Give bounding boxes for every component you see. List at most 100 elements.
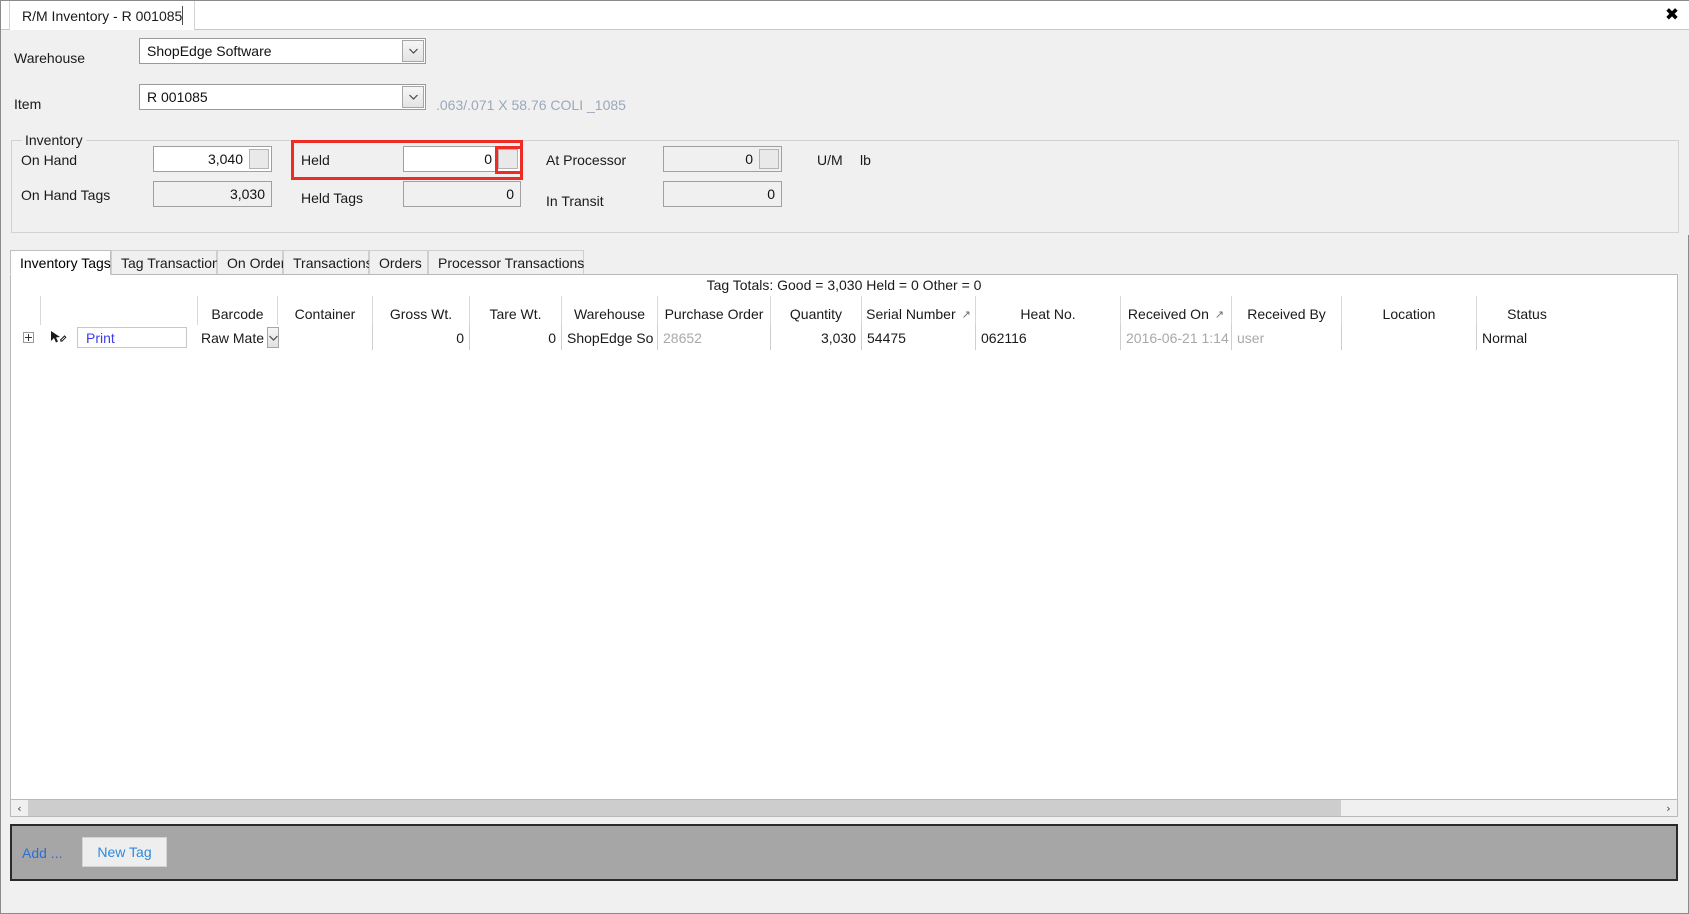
tab-label: On Order — [227, 255, 286, 271]
held-field[interactable]: 0 — [403, 146, 521, 172]
warehouse-combobox[interactable]: ShopEdge Software — [139, 38, 426, 64]
close-icon[interactable]: ✖ — [1660, 4, 1684, 26]
tab-label: Orders — [379, 255, 422, 271]
tab-orders[interactable]: Orders — [369, 250, 428, 275]
held-spinner-button[interactable] — [498, 149, 518, 169]
barcode-cell-spacer — [198, 325, 278, 350]
column-header-gross-wt[interactable]: Gross Wt. — [373, 296, 470, 325]
cell-location[interactable] — [1342, 325, 1477, 350]
column-header-label: Status — [1507, 306, 1547, 322]
print-link-button[interactable]: Print — [77, 327, 187, 348]
at-processor-label: At Processor — [546, 152, 627, 168]
cell-serial-number[interactable]: 54475 — [862, 325, 976, 350]
column-header-location[interactable]: Location — [1342, 296, 1477, 325]
column-header-label: Location — [1382, 306, 1436, 322]
cell-received-on[interactable]: 2016-06-21 1:14 — [1121, 325, 1232, 350]
scroll-left-icon[interactable]: ‹ — [11, 800, 28, 816]
cell-gross-wt[interactable]: 0 — [373, 325, 470, 350]
horizontal-scrollbar[interactable]: ‹ › — [10, 799, 1678, 817]
item-combobox[interactable]: R 001085 — [139, 84, 426, 110]
warehouse-combobox-value: ShopEdge Software — [147, 43, 272, 59]
column-header-label: Gross Wt. — [389, 306, 453, 322]
action-bar: Add ... New Tag — [10, 824, 1678, 881]
sort-ascending-icon: ↗ — [961, 309, 971, 321]
cell-quantity[interactable]: 3,030 — [771, 325, 862, 350]
on-hand-tags-field: 3,030 — [153, 181, 272, 207]
scroll-right-icon[interactable]: › — [1660, 800, 1677, 816]
cell-received-by[interactable]: user — [1232, 325, 1342, 350]
um-value: lb — [860, 152, 871, 168]
table-row[interactable]: Print Raw Mate 0 0 ShopEdge So 28652 3,0… — [11, 325, 1677, 350]
column-header-purchase-order[interactable]: Purchase Order — [658, 296, 771, 325]
chevron-down-icon[interactable] — [402, 40, 424, 62]
column-header-label: Warehouse — [573, 306, 646, 322]
new-tag-button[interactable]: New Tag — [82, 837, 167, 867]
column-header-tare-wt[interactable]: Tare Wt. — [470, 296, 562, 325]
at-processor-field[interactable]: 0 — [663, 146, 782, 172]
tab-processor-transactions[interactable]: Processor Transactions — [428, 250, 584, 275]
inventory-form-area: Warehouse ShopEdge Software Item R 00108… — [2, 30, 1689, 235]
cell-warehouse[interactable]: ShopEdge So — [562, 325, 658, 350]
column-header-label: Purchase Order — [664, 306, 764, 322]
inventory-tags-grid: Tag Totals: Good = 3,030 Held = 0 Other … — [10, 274, 1678, 800]
column-header-label: Barcode — [211, 306, 264, 322]
held-label: Held — [301, 152, 330, 168]
tab-label: Transactions — [293, 255, 373, 271]
item-label: Item — [14, 96, 42, 112]
column-header-label: Quantity — [789, 306, 843, 322]
column-header-label: Received On — [1127, 306, 1209, 322]
tag-totals-summary: Tag Totals: Good = 3,030 Held = 0 Other … — [706, 277, 982, 293]
column-header-warehouse[interactable]: Warehouse — [562, 296, 658, 325]
window-titlebar: R/M Inventory - R 001085 ✖ — [1, 1, 1689, 30]
cell-purchase-order[interactable]: 28652 — [658, 325, 771, 350]
on-hand-tags-label: On Hand Tags — [21, 187, 111, 203]
row-expand-icon[interactable] — [23, 332, 34, 343]
on-hand-field[interactable]: 3,040 — [153, 146, 272, 172]
tab-transactions[interactable]: Transactions — [283, 250, 373, 275]
on-hand-value: 3,040 — [207, 151, 243, 167]
um-label: U/M — [817, 152, 843, 168]
column-header-label: Container — [294, 306, 356, 322]
column-header-quantity[interactable]: Quantity — [771, 296, 862, 325]
column-header-label: Heat No. — [1020, 306, 1076, 322]
column-header-container[interactable]: Container — [278, 296, 373, 325]
column-header-print[interactable] — [41, 296, 198, 325]
tab-tag-transactions[interactable]: Tag Transactions — [111, 250, 227, 275]
row-edit-icon — [49, 329, 67, 347]
column-header-label: Serial Number — [866, 306, 956, 322]
cell-heat-no[interactable]: 062116 — [976, 325, 1121, 350]
document-tab-label: R/M Inventory - R 001085 — [22, 7, 183, 24]
tab-strip: Inventory Tags Tag Transactions On Order… — [10, 250, 1678, 275]
in-transit-field: 0 — [663, 181, 782, 207]
column-header-label: Tare Wt. — [489, 306, 542, 322]
tab-label: Inventory Tags — [20, 254, 111, 271]
held-tags-label: Held Tags — [301, 190, 364, 206]
rm-inventory-window: R/M Inventory - R 001085 ✖ Warehouse Sho… — [0, 0, 1689, 914]
column-header-received-by[interactable]: Received By — [1232, 296, 1342, 325]
column-header-rowselect[interactable] — [11, 296, 41, 325]
text-caret — [182, 6, 183, 25]
warehouse-label: Warehouse — [14, 50, 86, 66]
cell-status[interactable]: Normal — [1477, 325, 1577, 350]
column-header-status[interactable]: Status — [1477, 296, 1577, 325]
column-header-serial-number[interactable]: Serial Number ↗ — [862, 296, 976, 325]
document-tab[interactable]: R/M Inventory - R 001085 — [9, 1, 196, 30]
cell-container[interactable] — [278, 325, 373, 350]
held-tags-field: 0 — [403, 181, 521, 207]
column-header-heat-no[interactable]: Heat No. — [976, 296, 1121, 325]
column-header-received-on[interactable]: Received On ↗ — [1121, 296, 1232, 325]
column-header-barcode[interactable]: Barcode — [198, 296, 278, 325]
in-transit-label: In Transit — [546, 193, 604, 209]
add-label[interactable]: Add ... — [22, 845, 62, 861]
held-tags-value: 0 — [506, 186, 514, 202]
cell-tare-wt[interactable]: 0 — [470, 325, 562, 350]
tab-on-order[interactable]: On Order — [217, 250, 286, 275]
on-hand-tags-value: 3,030 — [229, 186, 265, 202]
chevron-down-icon[interactable] — [402, 86, 424, 108]
on-hand-spinner-button[interactable] — [249, 149, 269, 169]
scrollbar-thumb[interactable] — [28, 800, 1341, 816]
at-processor-spinner-button[interactable] — [759, 149, 779, 169]
new-tag-button-label: New Tag — [97, 844, 152, 860]
item-description: .063/.071 X 58.76 COLI _1085 — [436, 97, 626, 113]
tab-inventory-tags[interactable]: Inventory Tags — [10, 250, 111, 275]
